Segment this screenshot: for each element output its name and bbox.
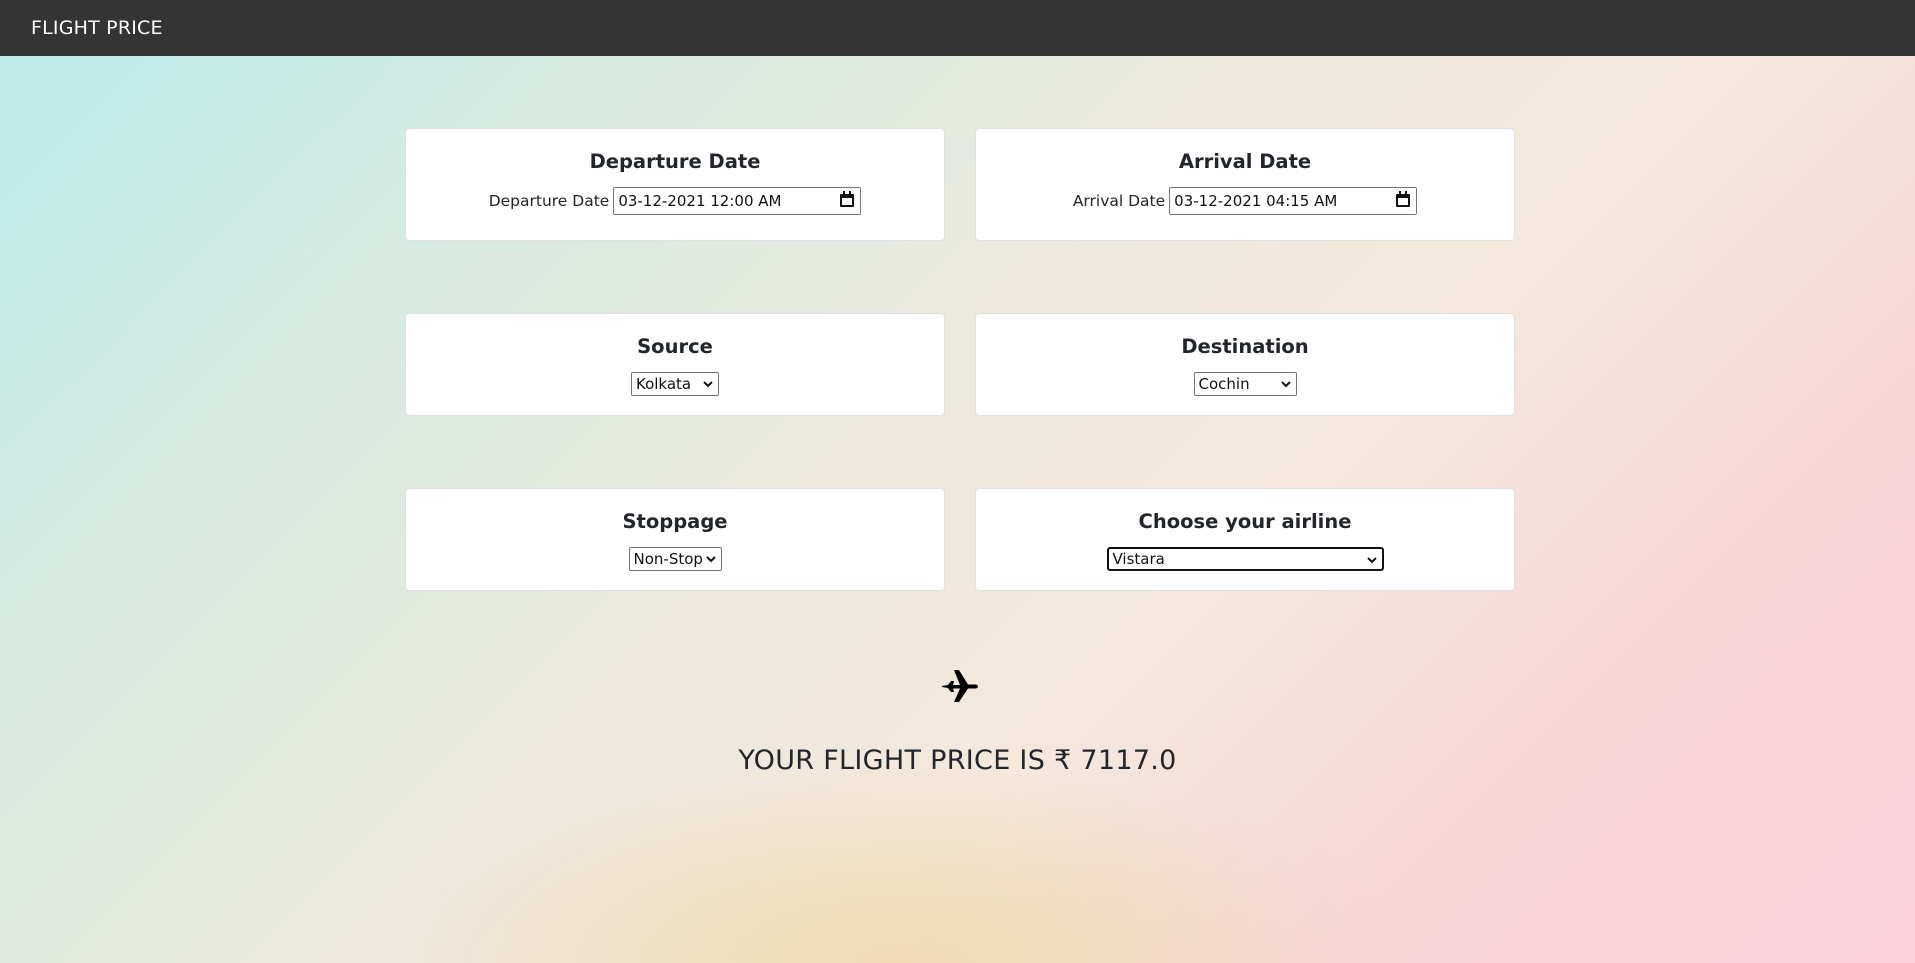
- airline-selected-value: Vistara: [1112, 550, 1165, 568]
- calendar-icon[interactable]: [1396, 191, 1411, 207]
- source-row: Kolkata: [406, 372, 944, 396]
- airline-card: Choose your airline Vistara: [975, 488, 1515, 591]
- chevron-down-icon: [703, 381, 713, 388]
- stoppage-row: Non-Stop: [406, 547, 944, 571]
- source-title: Source: [637, 335, 713, 358]
- flight-price-result: YOUR FLIGHT PRICE IS ₹ 7117.0: [738, 745, 1177, 776]
- departure-date-input[interactable]: 03-12-2021 12:00 AM: [613, 187, 862, 215]
- source-selected-value: Kolkata: [636, 375, 692, 393]
- chevron-down-icon: [1366, 557, 1377, 564]
- departure-date-title: Departure Date: [589, 150, 761, 173]
- departure-date-value: 03-12-2021 12:00 AM: [618, 192, 782, 210]
- destination-row: Cochin: [976, 372, 1514, 396]
- arrival-date-row: Arrival Date 03-12-2021 04:15 AM: [976, 187, 1514, 215]
- source-select[interactable]: Kolkata: [631, 372, 719, 396]
- departure-date-label: Departure Date: [488, 192, 610, 210]
- airline-select[interactable]: Vistara: [1106, 547, 1384, 571]
- destination-card: Destination Cochin: [975, 313, 1515, 416]
- navbar: FLIGHT PRICE: [0, 0, 1915, 56]
- departure-date-card: Departure Date Departure Date 03-12-2021…: [405, 128, 945, 241]
- calendar-icon[interactable]: [840, 191, 855, 207]
- airplane-icon: [942, 670, 978, 702]
- destination-select[interactable]: Cochin: [1193, 372, 1297, 396]
- airline-row: Vistara: [976, 547, 1514, 571]
- airline-title: Choose your airline: [1138, 510, 1352, 533]
- stoppage-select[interactable]: Non-Stop: [628, 547, 722, 571]
- stoppage-selected-value: Non-Stop: [633, 550, 703, 568]
- arrival-date-value: 03-12-2021 04:15 AM: [1174, 192, 1338, 210]
- arrival-date-label: Arrival Date: [1072, 192, 1166, 210]
- stoppage-card: Stoppage Non-Stop: [405, 488, 945, 591]
- arrival-date-input[interactable]: 03-12-2021 04:15 AM: [1169, 187, 1418, 215]
- destination-title: Destination: [1181, 335, 1309, 358]
- brand-title[interactable]: FLIGHT PRICE: [31, 17, 163, 39]
- chevron-down-icon: [1280, 381, 1291, 388]
- chevron-down-icon: [705, 556, 716, 563]
- destination-selected-value: Cochin: [1198, 375, 1250, 393]
- arrival-date-title: Arrival Date: [1178, 150, 1312, 173]
- departure-date-row: Departure Date 03-12-2021 12:00 AM: [406, 187, 944, 215]
- stoppage-title: Stoppage: [622, 510, 728, 533]
- arrival-date-card: Arrival Date Arrival Date 03-12-2021 04:…: [975, 128, 1515, 241]
- source-card: Source Kolkata: [405, 313, 945, 416]
